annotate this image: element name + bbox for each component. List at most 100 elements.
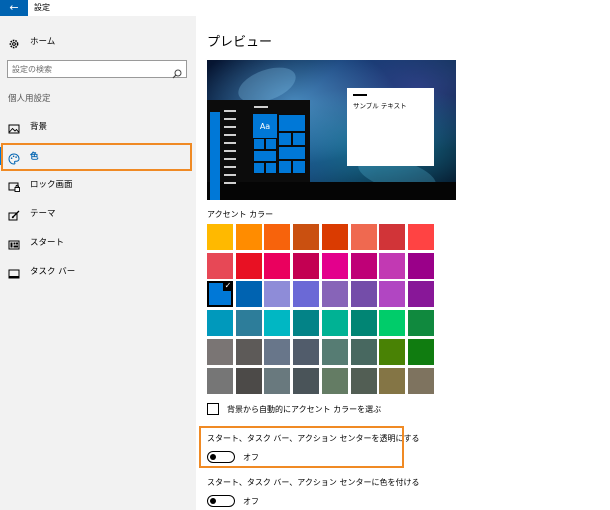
- transparency-setting-title: スタート、タスク バー、アクション センターを透明にする: [207, 434, 420, 443]
- accent-color-grid: ✓: [207, 224, 434, 394]
- accent-swatch[interactable]: [235, 367, 262, 394]
- accent-swatch[interactable]: [293, 281, 320, 308]
- accent-swatch[interactable]: [207, 310, 233, 337]
- sidebar-item-label: 色: [30, 152, 39, 162]
- preview-tile: [253, 162, 265, 174]
- preview-tile: [253, 138, 265, 150]
- preview-menu-line: [224, 134, 236, 136]
- preview-menu-line: [224, 142, 236, 144]
- preview-menu-line: [224, 166, 236, 168]
- sidebar-item-label: テーマ: [30, 209, 56, 219]
- color-surfaces-toggle-switch[interactable]: [207, 495, 235, 507]
- accent-swatch[interactable]: [293, 224, 320, 250]
- window-title: 設定: [34, 3, 50, 12]
- accent-swatch[interactable]: [235, 224, 262, 250]
- accent-swatch[interactable]: [207, 338, 233, 365]
- accent-swatch[interactable]: [379, 224, 406, 250]
- sidebar-item-label: ロック画面: [30, 180, 73, 190]
- accent-swatch[interactable]: [407, 338, 434, 365]
- accent-swatch[interactable]: [379, 310, 406, 337]
- back-button[interactable]: ←: [0, 0, 28, 16]
- preview-menu-line: [224, 182, 236, 184]
- palette-icon: [8, 150, 20, 165]
- accent-swatch[interactable]: ✓: [207, 281, 233, 308]
- sidebar-item-label: スタート: [30, 238, 65, 248]
- toggle-knob: [210, 497, 216, 504]
- section-title: 個人用設定: [8, 94, 51, 104]
- checkmark-icon: ✓: [223, 281, 233, 292]
- taskbar-icon: [8, 265, 20, 279]
- preview-group-label: [254, 106, 268, 108]
- sidebar-item-colors[interactable]: 色: [0, 143, 192, 169]
- transparency-toggle[interactable]: オフ: [207, 450, 259, 464]
- search-icon[interactable]: [172, 64, 182, 79]
- auto-accent-checkbox-row[interactable]: 背景から自動的にアクセント カラーを選ぶ: [207, 402, 381, 416]
- accent-swatch[interactable]: [235, 281, 262, 308]
- accent-swatch[interactable]: [407, 310, 434, 337]
- main-content: プレビュー Aa サンプル テキスト アクセント カラー ✓ 背景から自動的にア…: [196, 16, 610, 510]
- sidebar-item-background[interactable]: 背景: [6, 113, 192, 139]
- auto-accent-checkbox[interactable]: [207, 403, 219, 415]
- preview-tile: [292, 160, 306, 174]
- accent-swatch[interactable]: [379, 367, 406, 394]
- accent-swatch[interactable]: [207, 367, 233, 394]
- accent-swatch[interactable]: [321, 281, 348, 308]
- accent-swatch[interactable]: [293, 310, 320, 337]
- sidebar-home[interactable]: ホーム: [6, 28, 192, 54]
- color-surfaces-toggle[interactable]: オフ: [207, 494, 259, 508]
- accent-swatch[interactable]: [321, 367, 348, 394]
- accent-swatch[interactable]: [264, 224, 291, 250]
- preview-sample-text: サンプル テキスト: [353, 102, 407, 110]
- preview-tile: [278, 132, 292, 146]
- accent-swatch[interactable]: [293, 367, 320, 394]
- accent-swatch[interactable]: [407, 224, 434, 250]
- preview-tile: [278, 160, 292, 174]
- accent-swatch[interactable]: [321, 338, 348, 365]
- accent-swatch[interactable]: [350, 281, 377, 308]
- preview-menu-line: [224, 118, 236, 120]
- page-title: プレビュー: [207, 35, 273, 50]
- preview-window: サンプル テキスト: [347, 88, 434, 166]
- accent-swatch[interactable]: [207, 252, 233, 279]
- accent-swatch[interactable]: [264, 367, 291, 394]
- accent-swatch[interactable]: [235, 310, 262, 337]
- accent-swatch[interactable]: [350, 224, 377, 250]
- accent-swatch[interactable]: [350, 367, 377, 394]
- auto-accent-label: 背景から自動的にアクセント カラーを選ぶ: [227, 404, 382, 414]
- preview-tile: [278, 146, 306, 160]
- accent-swatch[interactable]: [235, 338, 262, 365]
- sidebar-item-start[interactable]: スタート: [6, 229, 192, 255]
- sidebar-item-lock-screen[interactable]: ロック画面: [6, 171, 192, 197]
- accent-swatch[interactable]: [350, 310, 377, 337]
- accent-swatch[interactable]: [407, 252, 434, 279]
- sidebar-item-label: 背景: [30, 122, 48, 132]
- preview-tile-aa: Aa: [253, 114, 277, 138]
- accent-swatch[interactable]: [293, 252, 320, 279]
- accent-swatch[interactable]: [350, 338, 377, 365]
- color-surfaces-toggle-state: オフ: [243, 496, 259, 506]
- preview-tile: [265, 162, 277, 174]
- sidebar-item-themes[interactable]: テーマ: [6, 200, 192, 226]
- accent-swatch[interactable]: [264, 252, 291, 279]
- accent-swatch[interactable]: [207, 224, 233, 250]
- accent-swatch[interactable]: [350, 252, 377, 279]
- accent-swatch[interactable]: [321, 224, 348, 250]
- preview-start-strip: [210, 112, 220, 200]
- search-input[interactable]: [8, 61, 168, 77]
- accent-swatch[interactable]: [407, 281, 434, 308]
- gear-icon: [8, 35, 20, 49]
- sidebar-item-taskbar[interactable]: タスク バー: [6, 258, 192, 284]
- accent-swatch[interactable]: [264, 281, 291, 308]
- transparency-toggle-switch[interactable]: [207, 451, 235, 463]
- search-box[interactable]: [7, 60, 187, 79]
- accent-swatch[interactable]: [407, 367, 434, 394]
- accent-swatch[interactable]: [379, 281, 406, 308]
- accent-swatch[interactable]: [379, 252, 406, 279]
- accent-swatch[interactable]: [321, 252, 348, 279]
- accent-swatch[interactable]: [379, 338, 406, 365]
- accent-swatch[interactable]: [321, 310, 348, 337]
- accent-swatch[interactable]: [293, 338, 320, 365]
- accent-swatch[interactable]: [235, 252, 262, 279]
- accent-swatch[interactable]: [264, 310, 291, 337]
- accent-swatch[interactable]: [264, 338, 291, 365]
